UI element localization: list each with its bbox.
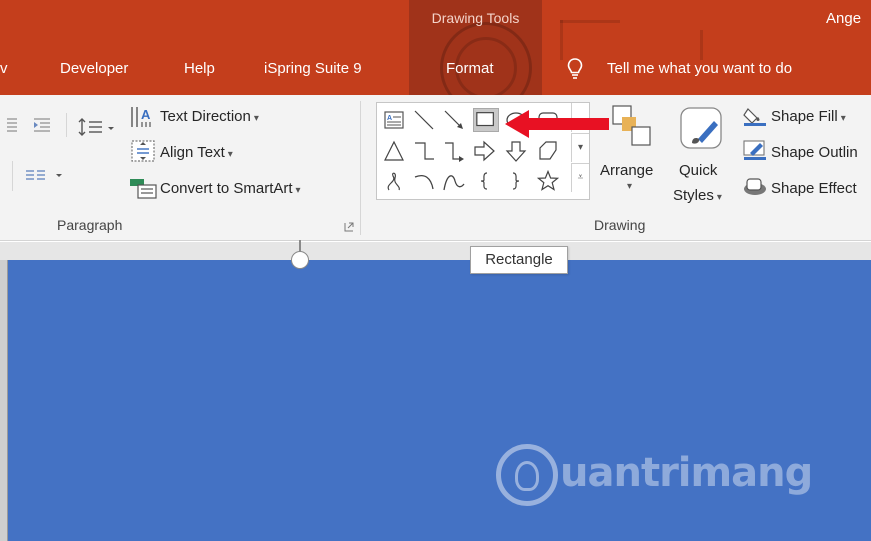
star-icon[interactable]: [536, 169, 560, 192]
elbow-arrow-connector-icon[interactable]: [443, 140, 465, 162]
rectangle-tooltip: Rectangle: [470, 246, 568, 274]
align-text-icon[interactable]: [130, 139, 156, 163]
quick-styles-label-line1[interactable]: Quick: [679, 162, 717, 179]
quick-styles-icon[interactable]: [678, 105, 726, 151]
svg-text:A: A: [141, 107, 151, 122]
dialog-launcher-icon[interactable]: [344, 222, 354, 232]
ribbon: A Text Direction ▾ Align Text ▾ Convert to…: [0, 95, 871, 241]
separator: [360, 101, 361, 235]
curve-icon[interactable]: [443, 170, 465, 192]
separator: [12, 161, 13, 191]
tab-ispring-suite[interactable]: iSpring Suite 9: [264, 60, 362, 77]
line-spacing-icon[interactable]: [78, 117, 116, 137]
line-icon[interactable]: [413, 109, 435, 131]
watermark: uantrimang: [496, 444, 856, 514]
arrange-label[interactable]: Arrange: [600, 162, 653, 179]
quick-styles-label-line2: Styles: [673, 187, 714, 204]
workspace-strip: [0, 242, 871, 260]
freeform-icon[interactable]: [383, 170, 405, 192]
dropdown-caret-icon: ▾: [253, 113, 259, 124]
right-brace-icon[interactable]: [505, 170, 527, 192]
shape-effects-icon[interactable]: [742, 175, 768, 197]
canvas-left-edge: [0, 260, 8, 541]
arrange-icon[interactable]: [610, 103, 652, 147]
separator: [66, 113, 67, 137]
tab-developer[interactable]: Developer: [60, 60, 128, 77]
decorative-line: [560, 20, 563, 60]
text-direction-button[interactable]: Text Direction ▾: [160, 108, 259, 125]
tab-view[interactable]: v: [0, 60, 8, 77]
lightbulb-icon: [515, 461, 539, 491]
text-box-icon[interactable]: A: [383, 109, 405, 131]
red-arrow-annotation: [505, 110, 609, 138]
align-text-label: Align Text: [160, 144, 225, 161]
dropdown-caret-icon: ▾: [716, 192, 722, 203]
arc-icon[interactable]: [413, 170, 435, 192]
tell-me-search[interactable]: Tell me what you want to do: [607, 60, 792, 77]
rectangle-icon[interactable]: [473, 108, 499, 132]
triangle-icon[interactable]: [383, 140, 405, 162]
shape-fill-button[interactable]: Shape Fill ▾: [771, 108, 846, 125]
gallery-more-button[interactable]: ⩡: [571, 163, 589, 192]
contextual-tab-label: Drawing Tools: [431, 10, 520, 26]
watermark-text: uantrimang: [560, 450, 813, 496]
align-text-button[interactable]: Align Text ▾: [160, 144, 233, 161]
shape-outline-button[interactable]: Shape Outlin: [771, 144, 858, 161]
watermark-logo-icon: [496, 444, 558, 506]
user-name[interactable]: Ange: [826, 10, 861, 27]
convert-smartart-label: Convert to SmartArt: [160, 180, 293, 197]
elbow-connector-icon[interactable]: [413, 140, 435, 162]
pentagon-shape-icon[interactable]: [537, 140, 559, 162]
indent-icons[interactable]: [6, 115, 56, 135]
text-direction-label: Text Direction: [160, 108, 251, 125]
drawing-group-label: Drawing: [594, 217, 646, 233]
text-direction-icon[interactable]: A: [129, 105, 157, 129]
tab-format[interactable]: Format: [446, 60, 494, 77]
left-brace-icon[interactable]: [473, 170, 495, 192]
right-arrow-icon[interactable]: [473, 140, 495, 162]
dropdown-caret-icon: ▾: [295, 185, 301, 196]
paragraph-group-label: Paragraph: [57, 217, 123, 233]
columns-icon[interactable]: [24, 167, 68, 185]
smartart-icon[interactable]: [128, 175, 158, 199]
svg-text:A: A: [387, 115, 392, 122]
shape-fill-label: Shape Fill: [771, 108, 838, 125]
paint-bucket-icon[interactable]: [742, 105, 768, 127]
pen-outline-icon[interactable]: [742, 139, 768, 161]
shape-effects-button[interactable]: Shape Effect: [771, 180, 857, 197]
dropdown-caret-icon: ▾: [227, 149, 233, 160]
convert-smartart-button[interactable]: Convert to SmartArt ▾: [160, 180, 301, 197]
lightbulb-icon[interactable]: [567, 58, 583, 80]
rotation-handle[interactable]: [291, 251, 309, 269]
decorative-line: [560, 20, 620, 23]
decorative-line: [700, 30, 703, 60]
quick-styles-button[interactable]: Styles ▾: [673, 187, 722, 204]
dropdown-caret-icon: ▾: [840, 113, 846, 124]
down-arrow-icon[interactable]: [505, 140, 527, 162]
tab-help[interactable]: Help: [184, 60, 215, 77]
title-bar: Drawing Tools Ange v Developer Help iSpr…: [0, 0, 871, 95]
arrow-line-icon[interactable]: [443, 109, 465, 131]
arrange-dropdown-caret-icon[interactable]: ▾: [627, 181, 632, 192]
